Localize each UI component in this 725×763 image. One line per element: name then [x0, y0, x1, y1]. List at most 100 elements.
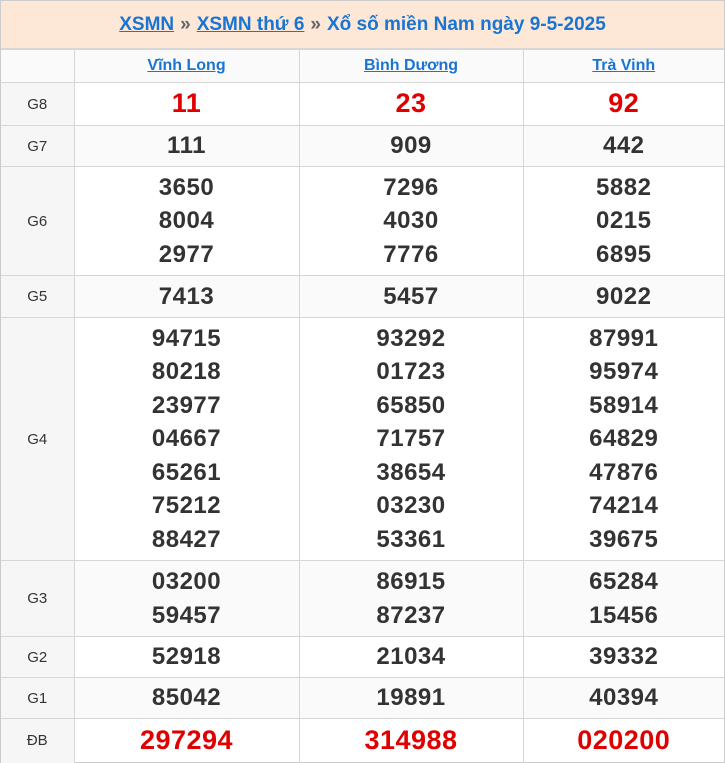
prize-row: G3 03200 59457 86915 87237 65284 15456	[1, 560, 724, 637]
prize-number: 80218	[151, 358, 222, 386]
prize-cell: 40394	[522, 677, 724, 719]
prize-number: 04667	[151, 425, 222, 453]
prize-cell: 65284 15456	[522, 560, 724, 637]
prize-number: 94715	[151, 324, 222, 352]
prize-label: ĐB	[1, 718, 75, 763]
prize-number: 23977	[151, 391, 222, 419]
prize-number: 65261	[151, 458, 222, 486]
prize-number: 11	[171, 88, 202, 119]
province-link-vinh-long[interactable]: Vĩnh Long	[147, 57, 225, 74]
prize-number: 442	[602, 132, 645, 160]
prize-number: 4030	[383, 207, 439, 235]
results-table: Vĩnh Long Bình Dương Trà Vinh G8 11 23 92 G7…	[1, 49, 724, 763]
prize-number: 7776	[383, 240, 439, 268]
prize-number: 5882	[596, 173, 652, 201]
province-header: Bình Dương	[298, 49, 524, 83]
prize-label: G3	[1, 560, 75, 637]
prize-number: 2977	[158, 240, 215, 268]
prize-cell: 297294	[73, 718, 300, 763]
prize-number: 95974	[589, 358, 659, 386]
prize-row: G7 111 909 442	[1, 125, 724, 167]
prize-cell: 23	[298, 82, 524, 126]
table-header-row: Vĩnh Long Bình Dương Trà Vinh	[1, 49, 724, 83]
prize-number: 74214	[589, 492, 659, 520]
prize-number: 21034	[376, 643, 446, 671]
prize-number: 314988	[364, 725, 458, 755]
prize-label: G8	[1, 82, 75, 126]
breadcrumb-link-xsmn-friday[interactable]: XSMN thứ 6	[197, 14, 305, 36]
prize-cell: 5457	[298, 275, 524, 318]
prize-cell: 92	[522, 82, 724, 126]
prize-number: 19891	[376, 684, 446, 712]
prize-number: 64829	[589, 425, 659, 453]
prize-number: 39675	[589, 525, 659, 553]
prize-cell: 111	[73, 125, 300, 167]
breadcrumb-separator: »	[310, 13, 321, 35]
prize-number: 020200	[577, 725, 671, 755]
province-link-binh-duong[interactable]: Bình Dương	[364, 57, 458, 74]
prize-number: 71757	[376, 425, 446, 453]
prize-number: 75212	[151, 492, 222, 520]
prize-number: 87991	[589, 324, 659, 352]
page-title: Xổ số miền Nam ngày 9-5-2025	[327, 13, 606, 35]
prize-cell: 39332	[522, 636, 724, 678]
province-link-tra-vinh[interactable]: Trà Vinh	[592, 57, 655, 74]
prize-row: G1 85042 19891 40394	[1, 677, 724, 719]
prize-cell: 9022	[522, 275, 724, 318]
prize-number: 40394	[589, 684, 659, 712]
prize-cell: 7296 4030 7776	[298, 166, 524, 276]
prize-number: 8004	[158, 207, 215, 235]
province-header: Vĩnh Long	[73, 49, 300, 83]
prize-number: 39332	[589, 643, 659, 671]
prize-cell: 94715 80218 23977 04667 65261 75212 88427	[73, 317, 300, 561]
prize-number: 909	[390, 132, 432, 160]
prize-cell: 52918	[73, 636, 300, 678]
breadcrumb-separator: »	[180, 13, 191, 35]
prize-cell: 3650 8004 2977	[73, 166, 300, 276]
prize-number: 5457	[383, 282, 439, 310]
prize-number: 111	[167, 132, 206, 160]
prize-number: 52918	[151, 643, 222, 671]
prize-number: 6895	[596, 240, 652, 268]
prize-cell: 21034	[298, 636, 524, 678]
breadcrumb: XSMN » XSMN thứ 6 » Xổ số miền Nam ngày …	[1, 1, 724, 49]
prize-cell: 19891	[298, 677, 524, 719]
prize-number: 59457	[151, 601, 222, 629]
prize-number: 47876	[589, 458, 659, 486]
prize-number: 65850	[376, 391, 446, 419]
prize-label: G2	[1, 636, 75, 678]
prize-number: 92	[608, 88, 640, 119]
prize-number: 03200	[151, 568, 222, 595]
prize-cell: 11	[73, 82, 300, 126]
prize-number: 23	[395, 88, 427, 119]
prize-cell: 87991 95974 58914 64829 47876 74214 39675	[522, 317, 724, 561]
results-panel: XSMN » XSMN thứ 6 » Xổ số miền Nam ngày …	[0, 0, 725, 763]
prize-number: 93292	[376, 324, 446, 352]
prize-number: 3650	[158, 173, 215, 201]
prize-number: 9022	[596, 282, 652, 310]
prize-number: 7413	[158, 282, 215, 310]
prize-row: G2 52918 21034 39332	[1, 636, 724, 678]
prize-number: 7296	[383, 173, 439, 201]
prize-cell: 314988	[298, 718, 524, 763]
prize-number: 87237	[376, 601, 446, 629]
prize-label: G1	[1, 677, 75, 719]
prize-cell: 5882 0215 6895	[522, 166, 724, 276]
prize-cell: 03200 59457	[73, 560, 300, 637]
prize-number: 297294	[139, 725, 234, 755]
prize-number: 01723	[376, 358, 446, 386]
prize-cell: 85042	[73, 677, 300, 719]
prize-label: G5	[1, 275, 75, 318]
prize-number: 65284	[589, 568, 659, 595]
prize-number: 58914	[589, 391, 659, 419]
prize-row: G4 94715 80218 23977 04667 65261 75212 88427 932…	[1, 317, 724, 561]
prize-number: 38654	[376, 458, 446, 486]
prize-row: ĐB 297294 314988 020200	[1, 718, 724, 763]
prize-number: 0215	[596, 207, 652, 235]
prize-label: G4	[1, 317, 75, 561]
prize-number: 53361	[376, 525, 446, 553]
prize-row: G6 3650 8004 2977 7296 4030 7776 5882 0215 6895	[1, 166, 724, 276]
prize-cell: 442	[522, 125, 724, 167]
prize-label: G6	[1, 166, 75, 276]
breadcrumb-link-xsmn[interactable]: XSMN	[119, 14, 174, 36]
